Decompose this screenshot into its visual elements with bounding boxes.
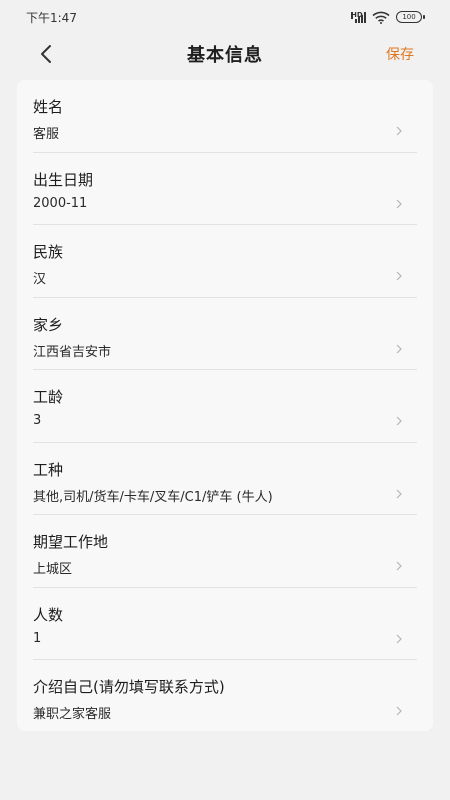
row-label: 工龄: [33, 388, 64, 406]
row-label: 民族: [33, 243, 64, 261]
chevron-right-icon: [396, 489, 402, 498]
chevron-right-icon: [396, 706, 402, 716]
wifi-icon: [372, 11, 390, 24]
chevron-right-icon: [396, 561, 402, 571]
page-title: 基本信息: [187, 45, 263, 66]
chevron-right-icon: [396, 126, 402, 136]
chevron-right-icon: [396, 344, 402, 353]
form-row-hometown[interactable]: 家乡 江西省吉安市: [33, 298, 417, 370]
row-value: 客服: [33, 127, 60, 142]
chevron-left-icon: [41, 45, 51, 63]
status-time: 下午1:47: [26, 10, 77, 25]
row-value: 兼职之家客服: [33, 707, 112, 722]
row-label: 出生日期: [33, 170, 94, 189]
form-row-birth-date[interactable]: 出生日期 2000-11: [33, 153, 417, 225]
chevron-right-icon: [396, 199, 402, 208]
row-value: 其他,司机/货车/卡车/叉车/C1/铲车 (牛人): [33, 489, 273, 505]
form-row-job-type[interactable]: 工种 其他,司机/货车/卡车/叉车/C1/铲车 (牛人): [33, 443, 417, 515]
row-label: 家乡: [33, 315, 64, 334]
row-label: 工种: [33, 460, 64, 479]
row-value: 上城区: [33, 562, 73, 577]
basic-info-form: 姓名 客服 出生日期 2000-11 民族 汉 家乡 江西省吉安市 工龄 3 工…: [17, 80, 433, 731]
row-value: 2000-11: [33, 195, 88, 211]
form-row-desired-location[interactable]: 期望工作地 上城区: [33, 515, 417, 588]
battery-icon: 100: [396, 11, 425, 23]
row-label: 介绍自己(请勿填写联系方式): [33, 678, 225, 696]
form-row-work-years[interactable]: 工龄 3: [33, 370, 417, 443]
network-type-label: HD: [351, 10, 363, 19]
chevron-right-icon: [396, 634, 402, 643]
cellular-signal-icon: HD: [351, 10, 366, 23]
battery-level: 100: [402, 13, 416, 21]
row-value: 1: [33, 630, 42, 646]
status-bar: 下午1:47 HD 100: [0, 0, 450, 34]
row-label: 期望工作地: [33, 533, 109, 551]
row-label: 人数: [33, 605, 64, 624]
form-row-name[interactable]: 姓名 客服: [33, 80, 417, 153]
row-value: 3: [33, 413, 42, 428]
form-row-headcount[interactable]: 人数 1: [33, 588, 417, 660]
chevron-right-icon: [396, 416, 402, 426]
back-button[interactable]: [30, 38, 62, 70]
form-row-self-introduction[interactable]: 介绍自己(请勿填写联系方式) 兼职之家客服: [33, 660, 417, 733]
save-button[interactable]: 保存: [386, 44, 414, 64]
chevron-right-icon: [396, 271, 402, 281]
row-value: 汉: [33, 272, 47, 287]
row-label: 姓名: [33, 98, 64, 116]
navigation-bar: 基本信息 保存: [0, 34, 450, 74]
form-row-ethnicity[interactable]: 民族 汉: [33, 225, 417, 298]
row-value: 江西省吉安市: [33, 344, 112, 360]
status-icons: HD 100: [351, 10, 425, 24]
